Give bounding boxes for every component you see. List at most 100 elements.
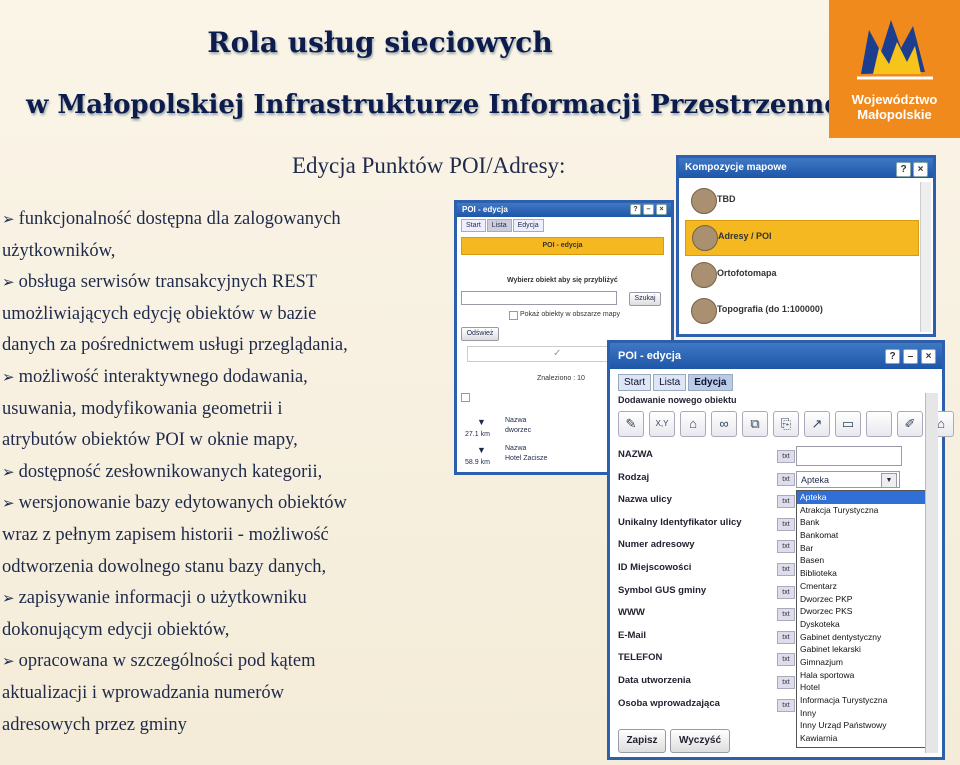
- field-label: Symbol GUS gminy: [618, 584, 707, 596]
- save-button[interactable]: Zapisz: [618, 729, 666, 753]
- type-option[interactable]: Basen: [797, 554, 937, 567]
- type-option[interactable]: Gimnazjum: [797, 656, 937, 669]
- section-header: POI - edycja: [461, 237, 664, 255]
- field-label: Unikalny Identyfikator ulicy: [618, 516, 742, 528]
- map-composition-icon: [691, 188, 717, 214]
- arrow-bullet-icon: ➢: [2, 210, 15, 228]
- composition-label: Adresy / POI: [718, 231, 772, 241]
- bullet-line: usuwania, modyfikowania geometrii i: [2, 394, 442, 426]
- chevron-down-icon[interactable]: ▼: [881, 473, 897, 488]
- composition-item[interactable]: Topografia (do 1:100000): [685, 294, 917, 328]
- help-button[interactable]: ?: [896, 162, 911, 177]
- paste-icon[interactable]: ⎘: [773, 411, 799, 437]
- bullet-text: dostępność zesłownikowanych kategorii,: [18, 461, 323, 482]
- type-option[interactable]: Hotel: [797, 681, 937, 694]
- type-option[interactable]: Inny Urząd Państwowy: [797, 719, 937, 732]
- bullet-line: aktualizacji i wprowadzania numerów: [2, 678, 442, 710]
- close-button[interactable]: ×: [921, 349, 936, 364]
- type-option[interactable]: Bar: [797, 542, 937, 555]
- window-scrollbar[interactable]: [925, 393, 938, 753]
- edit-form-icon[interactable]: ✐: [897, 411, 923, 437]
- help-button[interactable]: ?: [630, 204, 641, 215]
- field-label: Rodzaj: [618, 471, 650, 483]
- bullet-line: użytkowników,: [2, 236, 442, 268]
- type-option[interactable]: Atrakcja Turystyczna: [797, 504, 937, 517]
- type-option[interactable]: Hala sportowa: [797, 669, 937, 682]
- xy-coordinates-icon[interactable]: X,Y: [649, 411, 675, 437]
- type-option[interactable]: Dyskoteka: [797, 618, 937, 631]
- type-option[interactable]: Dworzec PKS: [797, 605, 937, 618]
- select-checkbox[interactable]: [461, 393, 470, 402]
- type-option[interactable]: Informacja Turystyczna: [797, 694, 937, 707]
- tab-lista[interactable]: Lista: [653, 374, 687, 391]
- txt-button[interactable]: txt: [777, 495, 795, 509]
- type-option[interactable]: Gabinet lekarski: [797, 643, 937, 656]
- txt-button[interactable]: txt: [777, 540, 795, 554]
- txt-button[interactable]: txt: [777, 653, 795, 667]
- type-option[interactable]: Bankomat: [797, 529, 937, 542]
- refresh-button[interactable]: Odśwież: [461, 327, 499, 341]
- composition-item[interactable]: Adresy / POI: [685, 220, 919, 256]
- txt-button[interactable]: txt: [777, 585, 795, 599]
- composition-item[interactable]: Ortofotomapa: [685, 258, 917, 292]
- show-in-area-checkbox[interactable]: [509, 311, 518, 320]
- bullet-text: opracowana w szczególności pod kątem: [18, 651, 316, 672]
- move-icon[interactable]: ↗: [804, 411, 830, 437]
- copy-icon[interactable]: ⧉: [742, 411, 768, 437]
- link-icon[interactable]: ∞: [711, 411, 737, 437]
- prompt-text: Wybierz obiekt aby się przybliżyć: [507, 277, 618, 284]
- type-option[interactable]: Dworzec PKP: [797, 593, 937, 606]
- type-option[interactable]: Kawiarnia: [797, 732, 937, 745]
- tab-lista[interactable]: Lista: [486, 219, 512, 232]
- map-view-icon[interactable]: ▭: [835, 411, 861, 437]
- field-label: E-Mail: [618, 629, 646, 641]
- txt-button[interactable]: txt: [777, 563, 795, 576]
- composition-item[interactable]: TBD: [685, 184, 917, 218]
- bullet-line: umożliwiających edycję obiektów w bazie: [2, 299, 442, 331]
- search-input[interactable]: [461, 291, 617, 305]
- add-point-icon[interactable]: ⌂: [680, 411, 706, 437]
- type-option[interactable]: Bank: [797, 516, 937, 529]
- scrollbar[interactable]: [920, 182, 931, 332]
- tab-edycja[interactable]: Edycja: [512, 219, 544, 232]
- close-button[interactable]: ×: [913, 162, 928, 177]
- field-label: WWW: [618, 607, 645, 619]
- section-title: Dodawanie nowego obiektu: [618, 395, 737, 405]
- txt-button[interactable]: txt: [777, 517, 795, 531]
- help-button[interactable]: ?: [885, 349, 900, 364]
- type-options-list[interactable]: Apteka Atrakcja Turystyczna Bank Bankomat Ba…: [796, 490, 938, 748]
- tab-edycja[interactable]: Edycja: [688, 374, 733, 391]
- minimize-button[interactable]: –: [643, 204, 654, 215]
- txt-button[interactable]: txt: [777, 472, 795, 486]
- bullet-line: adresowych przez gminy: [2, 710, 442, 742]
- type-option[interactable]: Cmentarz: [797, 580, 937, 593]
- tab-start[interactable]: Start: [618, 374, 652, 391]
- bullet-text: funkcjonalność dostępna dla zalogowanych: [18, 209, 341, 229]
- bullet-line: ➢ możliwość interaktywnego dodawania,: [2, 362, 442, 394]
- type-select[interactable]: Apteka ▼: [796, 471, 900, 488]
- window-titlebar[interactable]: Kompozycje mapowe: [679, 158, 933, 178]
- txt-button[interactable]: txt: [777, 608, 795, 622]
- location-pin-icon: ▼: [477, 445, 486, 455]
- tab-start[interactable]: Start: [461, 219, 486, 232]
- map-composition-icon: [691, 298, 717, 324]
- txt-button[interactable]: txt: [777, 698, 795, 712]
- txt-button[interactable]: txt: [777, 450, 795, 463]
- type-option[interactable]: Inny: [797, 707, 937, 720]
- minimize-button[interactable]: –: [903, 349, 918, 364]
- type-option[interactable]: Apteka: [797, 491, 937, 504]
- pencil-icon[interactable]: ✎: [618, 411, 644, 437]
- type-option[interactable]: Gabinet dentystyczny: [797, 631, 937, 644]
- field-label: NAZWA: [618, 449, 653, 460]
- name-input[interactable]: [796, 446, 902, 466]
- clear-button[interactable]: Wyczyść: [670, 729, 730, 753]
- result-distance: 58.9 km: [465, 459, 490, 466]
- bullet-line: ➢ funkcjonalność dostępna dla zalogowanyc…: [2, 204, 442, 236]
- type-option[interactable]: Biblioteka: [797, 567, 937, 580]
- blank-icon[interactable]: [866, 411, 892, 437]
- txt-button[interactable]: txt: [777, 630, 795, 644]
- close-button[interactable]: ×: [656, 204, 667, 215]
- bullet-line: ➢ dostępność zesłownikowanych kategorii,: [2, 457, 442, 489]
- search-button[interactable]: Szukaj: [629, 292, 661, 306]
- txt-button[interactable]: txt: [777, 676, 795, 689]
